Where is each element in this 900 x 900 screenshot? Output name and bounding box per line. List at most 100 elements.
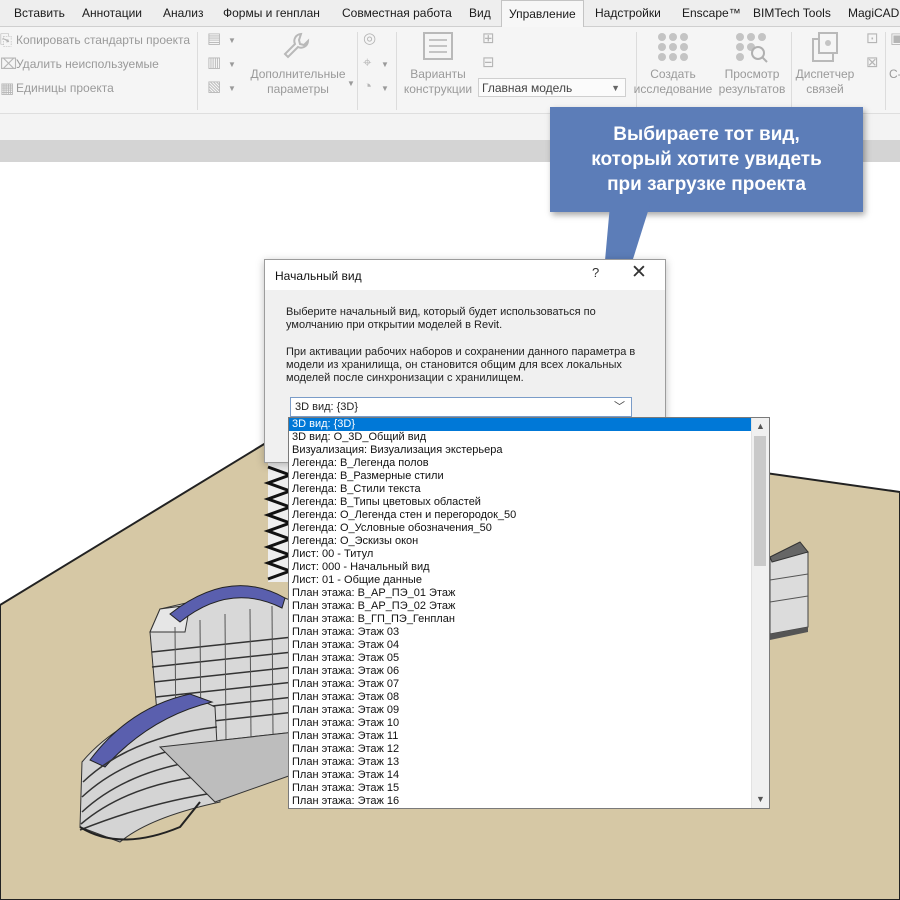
list-item[interactable]: План этажа: Этаж 16: [289, 795, 753, 808]
list-item[interactable]: План этажа: В_ГП_ПЭ_Генплан: [289, 613, 753, 626]
tab-insert[interactable]: Вставить: [14, 0, 65, 26]
tab-view[interactable]: Вид: [469, 0, 491, 26]
list-item[interactable]: План этажа: Этаж 07: [289, 678, 753, 691]
view-results-button[interactable]: Просмотр результатов: [712, 67, 792, 97]
pick-to-edit-icon[interactable]: ⊟: [482, 55, 495, 71]
list-item[interactable]: Легенда: О_Эскизы окон: [289, 535, 753, 548]
create-study-icon[interactable]: [656, 31, 690, 63]
chevron-down-icon[interactable]: ▼: [228, 36, 236, 45]
list-item[interactable]: План этажа: Этаж 09: [289, 704, 753, 717]
panel-small-icon-2[interactable]: ⊠: [866, 55, 879, 71]
list-item[interactable]: План этажа: Этаж 12: [289, 743, 753, 756]
ribbon-separator: [885, 32, 886, 110]
list-item[interactable]: План этажа: Этаж 11: [289, 730, 753, 743]
list-item[interactable]: Лист: 000 - Начальный вид: [289, 561, 753, 574]
panel-small-icon-3[interactable]: ▣: [890, 31, 900, 47]
chevron-down-icon[interactable]: ▼: [381, 84, 389, 93]
list-item[interactable]: 3D вид: О_3D_Общий вид: [289, 431, 753, 444]
additional-settings-button[interactable]: Дополнительные параметры: [243, 67, 353, 97]
view-options: 3D вид: {3D} 3D вид: О_3D_Общий вид Визу…: [289, 418, 753, 808]
tab-bimtech-tools[interactable]: BIMTech Tools: [753, 0, 831, 26]
list-item[interactable]: План этажа: Этаж 15: [289, 782, 753, 795]
settings-list-icon[interactable]: ▧: [207, 79, 221, 95]
dialog-worksharing-note: При активации рабочих наборов и сохранен…: [286, 346, 636, 384]
add-to-set-icon[interactable]: ⊞: [482, 31, 495, 47]
tab-analyze[interactable]: Анализ: [163, 0, 204, 26]
scrollbar-thumb[interactable]: [754, 436, 766, 566]
building-right-wing: [769, 541, 809, 640]
chevron-down-icon: ▼: [611, 83, 620, 93]
list-item[interactable]: Легенда: О_Условные обозначения_50: [289, 522, 753, 535]
cut-off-label: С-: [889, 67, 900, 81]
tab-manage[interactable]: Управление: [501, 0, 584, 27]
list-item[interactable]: Лист: 00 - Титул: [289, 548, 753, 561]
list-item[interactable]: Легенда: В_Размерные стили: [289, 470, 753, 483]
list-item[interactable]: Легенда: В_Типы цветовых областей: [289, 496, 753, 509]
project-units-icon: ▦: [0, 80, 15, 97]
settings-table-icon[interactable]: ▤: [207, 31, 221, 47]
list-item[interactable]: План этажа: Этаж 10: [289, 717, 753, 730]
list-item[interactable]: План этажа: Этаж 03: [289, 626, 753, 639]
tab-massing-site[interactable]: Формы и генплан: [223, 0, 320, 26]
list-item[interactable]: План этажа: В_АР_ПЭ_02 Этаж: [289, 600, 753, 613]
scroll-down-arrow-icon[interactable]: ▼: [752, 791, 769, 808]
chevron-down-icon: ﹀: [614, 401, 625, 413]
list-item[interactable]: План этажа: Этаж 06: [289, 665, 753, 678]
list-item[interactable]: План этажа: Этаж 04: [289, 639, 753, 652]
list-item[interactable]: Легенда: О_Легенда стен и перегородок_50: [289, 509, 753, 522]
purge-unused-button[interactable]: Удалить неиспользуемые: [16, 57, 159, 71]
instruction-callout: Выбираете тот вид, который хотите увидет…: [550, 107, 863, 212]
list-item[interactable]: Легенда: В_Стили текста: [289, 483, 753, 496]
chevron-down-icon[interactable]: ▼: [381, 60, 389, 69]
design-options-button[interactable]: Варианты конструкции: [398, 67, 478, 97]
list-item[interactable]: План этажа: Этаж 08: [289, 691, 753, 704]
close-button[interactable]: ✕: [631, 261, 647, 284]
position-icon[interactable]: ◔: [363, 79, 372, 95]
chevron-down-icon[interactable]: ▼: [347, 79, 355, 88]
tab-enscape[interactable]: Enscape™: [682, 0, 741, 26]
view-results-icon[interactable]: [734, 31, 768, 63]
panel-small-icon-1[interactable]: ⊡: [866, 31, 879, 47]
ribbon-tab-bar: Вставить Аннотации Анализ Формы и генпла…: [0, 0, 900, 27]
list-item[interactable]: План этажа: Этаж 14: [289, 769, 753, 782]
ribbon-separator: [357, 32, 358, 110]
project-units-button[interactable]: Единицы проекта: [16, 81, 114, 95]
main-model-dropdown[interactable]: Главная модель ▼: [478, 78, 626, 97]
main-model-value: Главная модель: [482, 81, 573, 95]
starting-view-dropdown-list[interactable]: 3D вид: {3D} 3D вид: О_3D_Общий вид Визу…: [288, 417, 770, 809]
list-item[interactable]: План этажа: В_АР_ПЭ_01 Этаж: [289, 587, 753, 600]
wrench-icon[interactable]: [281, 31, 311, 61]
chevron-down-icon[interactable]: ▼: [228, 60, 236, 69]
ribbon-separator: [197, 32, 198, 110]
manage-links-button[interactable]: Диспетчер связей: [788, 67, 862, 97]
create-study-button[interactable]: Создать исследование: [632, 67, 714, 97]
starting-view-value: 3D вид: {3D}: [295, 401, 359, 413]
help-button[interactable]: ?: [592, 265, 599, 280]
design-options-icon[interactable]: [422, 31, 454, 61]
list-item[interactable]: План этажа: Этаж 13: [289, 756, 753, 769]
scroll-up-arrow-icon[interactable]: ▲: [752, 418, 769, 435]
list-item[interactable]: План этажа: Этаж 05: [289, 652, 753, 665]
tab-annotate[interactable]: Аннотации: [82, 0, 142, 26]
manage-links-icon[interactable]: [810, 31, 840, 63]
list-item-selected[interactable]: 3D вид: {3D}: [289, 418, 753, 431]
list-item[interactable]: Лист: 01 - Общие данные: [289, 574, 753, 587]
dialog-titlebar: Начальный вид ? ✕: [265, 260, 665, 290]
location-globe-icon[interactable]: ◎: [363, 31, 376, 47]
starting-view-select[interactable]: 3D вид: {3D} ﹀: [290, 397, 632, 417]
ribbon-panel: ⎘ Копировать стандарты проекта ⌧ Удалить…: [0, 27, 900, 113]
tab-collaborate[interactable]: Совместная работа: [342, 0, 452, 26]
settings-grid-icon[interactable]: ▥: [207, 55, 221, 71]
callout-text: Выбираете тот вид, который хотите увидет…: [591, 124, 822, 195]
list-item[interactable]: Визуализация: Визуализация экстерьера: [289, 444, 753, 457]
tab-magicad[interactable]: MagiCAD: [848, 0, 899, 26]
copy-standards-icon: ⎘: [0, 32, 13, 49]
list-item[interactable]: Легенда: В_Легенда полов: [289, 457, 753, 470]
purge-unused-icon: ⌧: [0, 56, 18, 73]
copy-standards-button[interactable]: Копировать стандарты проекта: [16, 33, 190, 47]
dialog-description: Выберите начальный вид, который будет ис…: [286, 306, 596, 331]
dropdown-scrollbar[interactable]: ▲ ▼: [751, 418, 769, 808]
chevron-down-icon[interactable]: ▼: [228, 84, 236, 93]
tab-addins[interactable]: Надстройки: [595, 0, 661, 26]
coordinates-icon[interactable]: ⌖: [363, 55, 371, 71]
